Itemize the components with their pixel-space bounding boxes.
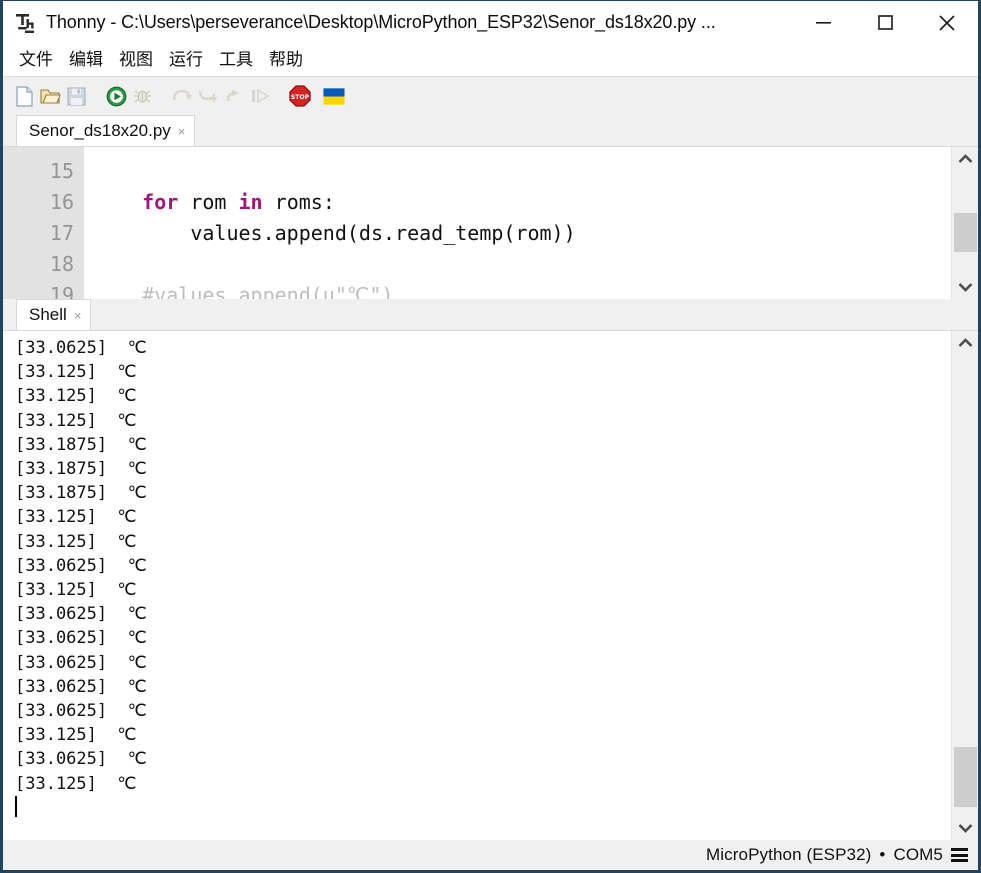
window-controls [792, 1, 978, 44]
shell-output-line: [33.125] ℃ [15, 409, 951, 433]
shell-output-line: [33.1875] ℃ [15, 481, 951, 505]
scroll-up-icon[interactable] [952, 147, 979, 171]
shell-output-line: [33.0625] ℃ [15, 336, 951, 360]
code-token: rom [178, 190, 238, 214]
shell-tab[interactable]: Shell × [16, 299, 91, 330]
menu-bar: 文件 编辑 视图 运行 工具 帮助 [3, 44, 978, 77]
menu-file[interactable]: 文件 [11, 45, 61, 75]
menu-tools[interactable]: 工具 [211, 45, 261, 75]
shell-output-line: [33.1875] ℃ [15, 457, 951, 481]
shell-tab-close-icon[interactable]: × [74, 309, 82, 322]
interpreter-label[interactable]: MicroPython (ESP32) [706, 845, 871, 865]
shell-output-line: [33.125] ℃ [15, 384, 951, 408]
menu-view[interactable]: 视图 [111, 45, 161, 75]
code-token: roms: [263, 190, 335, 214]
step-over-icon [171, 85, 193, 107]
shell-output-line: [33.125] ℃ [15, 530, 951, 554]
shell-output-line: [33.0625] ℃ [15, 626, 951, 650]
port-label[interactable]: COM5 [893, 845, 943, 865]
shell-output-line: [33.125] ℃ [15, 505, 951, 529]
shell-output[interactable]: [33.0625] ℃[33.125] ℃[33.125] ℃[33.125] … [3, 331, 951, 840]
shell-output-line: [33.0625] ℃ [15, 554, 951, 578]
resume-icon [249, 85, 271, 107]
line-number: 16 [3, 187, 74, 218]
shell-scroll-thumb[interactable] [954, 747, 977, 807]
text-caret [15, 796, 17, 817]
shell-output-line: [33.125] ℃ [15, 360, 951, 384]
shell-output-line: [33.125] ℃ [15, 578, 951, 602]
editor-tabstrip: Senor_ds18x20.py × [3, 115, 978, 146]
code-token: in [239, 190, 263, 214]
shell-scroll-track[interactable] [952, 355, 979, 816]
shell-tab-label: Shell [29, 305, 67, 325]
minimize-button[interactable] [792, 1, 854, 44]
editor-tab-senor-ds18x20[interactable]: Senor_ds18x20.py × [16, 115, 195, 146]
code-editor: 1516171819 for rom in roms: values.appen… [3, 146, 978, 299]
shell-panel: [33.0625] ℃[33.125] ℃[33.125] ℃[33.125] … [3, 330, 978, 840]
editor-code[interactable]: for rom in roms: values.append(ds.read_t… [84, 147, 951, 299]
close-button[interactable] [916, 1, 978, 44]
shell-prompt-line[interactable] [15, 796, 951, 820]
editor-scroll-track[interactable] [952, 171, 979, 275]
shell-tabstrip: Shell × [3, 299, 978, 330]
scroll-down-icon[interactable] [952, 275, 979, 299]
line-number: 18 [3, 249, 74, 280]
code-token [94, 190, 142, 214]
status-bar: MicroPython (ESP32) • COM5 [3, 840, 978, 870]
editor-tab-close-icon[interactable]: × [178, 125, 186, 138]
thonny-window: Thonny - C:\Users\perseverance\Desktop\M… [0, 0, 981, 873]
editor-scroll-thumb[interactable] [954, 213, 977, 253]
menu-help[interactable]: 帮助 [261, 45, 311, 75]
thonny-logo-icon [15, 12, 37, 36]
debug-icon [131, 85, 153, 107]
code-line [94, 156, 951, 187]
code-line: #values.append(u"℃") [94, 280, 951, 299]
window-title: Thonny - C:\Users\perseverance\Desktop\M… [46, 12, 716, 33]
line-number: 17 [3, 218, 74, 249]
step-into-icon [197, 85, 219, 107]
step-out-icon [223, 85, 245, 107]
code-token: values.append(ds.read_temp(rom)) [94, 221, 576, 245]
menu-edit[interactable]: 编辑 [61, 45, 111, 75]
toolbar: STOP [3, 77, 978, 115]
line-number: 15 [3, 156, 74, 187]
shell-output-line: [33.0625] ℃ [15, 651, 951, 675]
shell-vertical-scrollbar[interactable] [951, 331, 978, 840]
maximize-button[interactable] [854, 1, 916, 44]
stop-icon[interactable]: STOP [289, 85, 311, 107]
run-icon[interactable] [105, 85, 127, 107]
shell-output-line: [33.0625] ℃ [15, 675, 951, 699]
shell-output-line: [33.125] ℃ [15, 723, 951, 747]
shell-output-line: [33.0625] ℃ [15, 699, 951, 723]
open-file-icon[interactable] [39, 85, 61, 107]
code-token: #values.append(u"℃") [94, 283, 393, 299]
new-file-icon[interactable] [13, 85, 35, 107]
shell-output-line: [33.125] ℃ [15, 772, 951, 796]
svg-text:STOP: STOP [291, 94, 310, 101]
editor-line-numbers: 1516171819 [3, 147, 84, 299]
save-file-icon [65, 85, 87, 107]
shell-output-line: [33.0625] ℃ [15, 602, 951, 626]
code-line: for rom in roms: [94, 187, 951, 218]
menu-run[interactable]: 运行 [161, 45, 211, 75]
shell-output-line: [33.0625] ℃ [15, 747, 951, 771]
shell-output-line: [33.1875] ℃ [15, 433, 951, 457]
scroll-down-icon[interactable] [952, 816, 979, 840]
hamburger-menu-icon[interactable] [951, 848, 968, 862]
status-separator: • [879, 845, 885, 865]
editor-vertical-scrollbar[interactable] [951, 147, 978, 299]
ukraine-flag-icon[interactable] [323, 85, 345, 107]
code-token: for [142, 190, 178, 214]
scroll-up-icon[interactable] [952, 331, 979, 355]
editor-tab-label: Senor_ds18x20.py [29, 121, 171, 141]
code-line [94, 249, 951, 280]
line-number: 19 [3, 280, 74, 299]
code-line: values.append(ds.read_temp(rom)) [94, 218, 951, 249]
title-bar: Thonny - C:\Users\perseverance\Desktop\M… [3, 1, 978, 44]
